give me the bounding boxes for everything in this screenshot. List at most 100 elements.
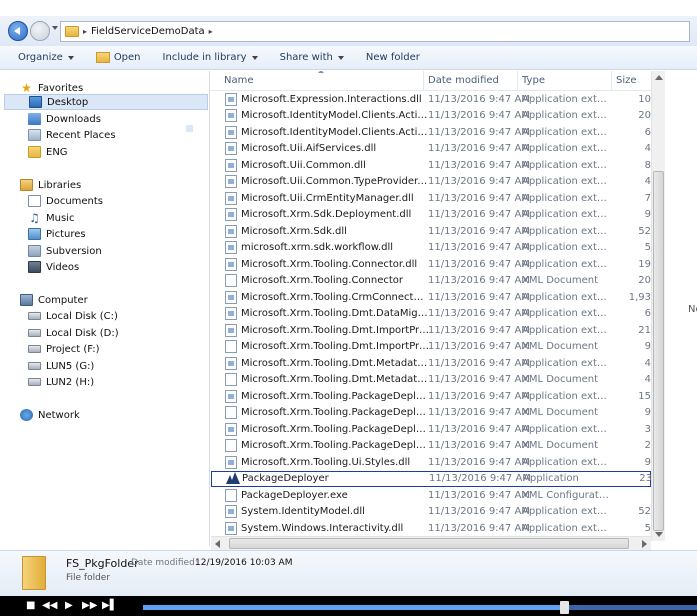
file-size: 52 [638,506,651,517]
nav-drive-d[interactable]: Local Disk (D:) [28,325,119,341]
column-header-size[interactable]: Size [616,75,637,86]
column-header-type[interactable]: Type [522,75,545,86]
drive-icon [28,378,41,386]
dll-file-icon [225,92,237,106]
vertical-scrollbar[interactable] [651,71,665,541]
nav-eng[interactable]: ENG [28,144,68,160]
open-button[interactable]: Open [95,52,141,63]
file-row[interactable]: Microsoft.Xrm.Tooling.PackageDeploym... 1… [211,438,651,454]
nav-pictures[interactable]: Pictures [28,226,86,242]
file-row[interactable]: Microsoft.IdentityModel.Clients.ActiveDi… [211,124,651,140]
file-name: Microsoft.Uii.Common.dll [241,159,366,171]
nav-music[interactable]: ♫ Music [28,210,74,226]
skip-end-icon[interactable]: ▶▌ [102,600,117,612]
column-header-date[interactable]: Date modified [428,75,499,86]
file-size: 7 [644,192,651,204]
file-name: Microsoft.Xrm.Tooling.PackageDeploym... [241,390,429,402]
file-row[interactable]: Microsoft.Uii.Common.TypeProvider.dll 11/… [211,174,651,190]
nav-drive-g[interactable]: LUN5 (G:) [28,358,94,374]
file-row[interactable]: Microsoft.Xrm.Tooling.PackageDeploym... 1… [211,421,651,437]
file-row[interactable]: System.IdentityModel.dll 11/13/2016 9:47 … [211,504,651,520]
column-divider[interactable] [517,71,518,91]
nav-network[interactable]: Network [20,407,80,423]
music-icon: ♫ [29,211,40,225]
file-name: Microsoft.Uii.CrmEntityManager.dll [241,192,414,204]
file-row[interactable]: Microsoft.Xrm.Tooling.Dmt.DataMigCo... 11… [211,306,651,322]
scroll-down-icon[interactable] [655,532,663,537]
file-row[interactable]: Microsoft.Uii.AifServices.dll 11/13/2016 … [211,141,651,157]
file-row[interactable]: Microsoft.Uii.Common.dll 11/13/2016 9:47 … [211,157,651,173]
file-row[interactable]: Microsoft.Uii.CrmEntityManager.dll 11/13/… [211,190,651,206]
file-row[interactable]: Microsoft.Xrm.Tooling.PackageDeploym... 1… [211,405,651,421]
back-button[interactable] [8,21,28,41]
file-row[interactable]: Microsoft.Xrm.Sdk.Deployment.dll 11/13/20… [211,207,651,223]
column-divider[interactable] [611,71,612,91]
file-row[interactable]: Microsoft.IdentityModel.Clients.ActiveDi… [211,108,651,124]
file-row[interactable]: Microsoft.Xrm.Tooling.Dmt.ImportProce...… [211,322,651,338]
share-with-button[interactable]: Share with [280,52,344,63]
nav-recent-places[interactable]: Recent Places [28,127,116,143]
organize-button[interactable]: Organize [18,52,74,63]
progress-knob[interactable] [560,601,570,614]
file-type: Application extens... [522,522,610,534]
folder-icon [22,556,46,590]
file-row[interactable]: Microsoft.Xrm.Tooling.Dmt.ImportProce...… [211,339,651,355]
address-bar[interactable]: ▸ FieldServiceDemoData ▸ [60,21,690,42]
file-date: 11/13/2016 9:47 AM [428,225,530,237]
fast-forward-icon[interactable]: ▶▶ [82,600,97,612]
file-row[interactable]: Microsoft.Xrm.Sdk.dll 11/13/2016 9:47 AM A… [211,223,651,239]
rewind-icon[interactable]: ◀◀ [42,600,57,612]
file-row[interactable]: microsoft.xrm.sdk.workflow.dll 11/13/2016… [211,240,651,256]
nav-desktop[interactable]: Desktop [4,94,208,110]
nav-drive-c[interactable]: Local Disk (C:) [28,308,118,324]
scroll-thumb[interactable] [653,171,664,531]
nav-computer[interactable]: Computer [20,292,88,308]
file-row[interactable]: Microsoft.Xrm.Tooling.Connector.dll 11/13… [211,256,651,272]
play-icon[interactable]: ▶ [65,600,73,612]
stop-icon[interactable]: ■ [26,600,35,612]
file-row[interactable]: Microsoft.Xrm.Tooling.Connector 11/13/201… [211,273,651,289]
file-row[interactable]: System.Windows.Interactivity.dll 11/13/20… [211,520,651,536]
nav-label: Local Disk (C:) [46,310,118,322]
file-date: 11/13/2016 9:47 AM [428,390,530,402]
nav-label: Project (F:) [46,343,100,355]
history-dropdown-icon[interactable] [52,26,58,30]
nav-libraries[interactable]: Libraries [20,177,81,193]
scroll-left-icon[interactable] [215,540,220,548]
file-row[interactable]: PackageDeployer 11/13/2016 9:47 AM Applica… [211,470,651,487]
file-row[interactable]: Microsoft.Xrm.Tooling.CrmConnectCont... 1… [211,289,651,305]
forward-button[interactable] [30,21,50,41]
file-row[interactable]: Microsoft.Xrm.Tooling.Dmt.MetadataHa... 1… [211,372,651,388]
scroll-right-icon[interactable] [642,540,647,548]
nav-drive-f[interactable]: Project (F:) [28,341,100,357]
file-size: 1,93 [628,291,651,303]
chevron-down-icon [67,55,74,60]
nav-videos[interactable]: Videos [28,259,79,275]
nav-downloads[interactable]: Downloads [28,111,101,127]
file-row[interactable]: Microsoft.Expression.Interactions.dll 11/… [211,91,651,107]
file-row[interactable]: Microsoft.Xrm.Tooling.PackageDeploym... 1… [211,388,651,404]
nav-subversion[interactable]: Subversion [28,243,102,259]
horizontal-scrollbar[interactable] [211,536,651,550]
nav-label: LUN5 (G:) [46,360,95,372]
breadcrumb-chevron-icon[interactable]: ▸ [209,27,213,36]
breadcrumb-current-folder[interactable]: FieldServiceDemoData [91,26,205,37]
file-type: Application extens... [522,176,610,187]
scroll-thumb[interactable] [229,538,629,549]
file-list[interactable]: Name Date modified Type Size Microsoft.E… [211,71,651,541]
breadcrumb-separator-icon[interactable]: ▸ [83,27,87,36]
new-folder-button[interactable]: New folder [366,52,420,63]
file-row[interactable]: PackageDeployer.exe 11/13/2016 9:47 AM XML… [211,487,651,503]
file-name: Microsoft.Xrm.Tooling.Connector.dll [241,258,418,270]
playback-progress-bar[interactable] [143,601,697,614]
nav-label: Desktop [47,96,89,108]
column-header-name[interactable]: Name [224,75,254,86]
file-row[interactable]: Microsoft.Xrm.Tooling.Ui.Styles.dll 11/13… [211,454,651,470]
column-divider[interactable] [423,71,424,91]
include-in-library-button[interactable]: Include in library [163,52,258,63]
nav-drive-h[interactable]: LUN2 (H:) [28,374,94,390]
file-row[interactable]: Microsoft.Xrm.Tooling.Dmt.MetadataHa... 1… [211,355,651,371]
documents-icon [28,195,41,207]
nav-documents[interactable]: Documents [28,193,103,209]
scroll-up-icon[interactable] [655,75,663,80]
